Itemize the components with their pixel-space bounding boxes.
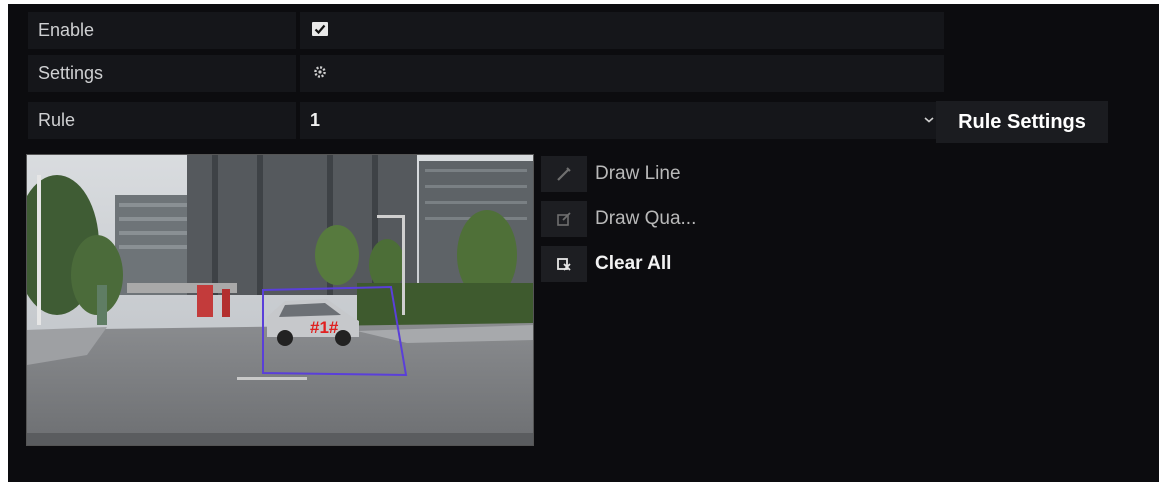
rule-label: Rule — [28, 102, 296, 139]
rule-select[interactable]: 1 — [300, 102, 944, 139]
clear-all-tool[interactable]: Clear All — [541, 246, 781, 282]
enable-label: Enable — [28, 12, 296, 49]
clear-all-icon — [557, 258, 571, 271]
clear-all-label: Clear All — [595, 253, 672, 274]
rule-select-value: 1 — [310, 110, 321, 130]
enable-checkbox[interactable] — [312, 22, 328, 36]
draw-quadrilateral-label: Draw Qua... — [595, 208, 697, 229]
checkbox-checked-icon — [314, 24, 326, 35]
draw-line-icon — [557, 167, 571, 181]
settings-label: Settings — [28, 55, 296, 92]
draw-quadrilateral-tool[interactable]: Draw Qua... — [541, 201, 781, 237]
camera-scene: #1# — [15, 155, 533, 445]
chevron-down-icon — [924, 117, 934, 123]
region-label: #1# — [310, 318, 339, 337]
rule-row: Rule 1 — [28, 102, 948, 139]
draw-quadrilateral-button[interactable] — [541, 201, 587, 237]
clear-all-button[interactable] — [541, 246, 587, 282]
settings-panel: Enable Settings Rule 1 Rule Settings #1#… — [8, 4, 1159, 482]
rule-settings-button[interactable]: Rule Settings — [936, 101, 1108, 143]
gear-icon[interactable] — [312, 64, 328, 80]
enable-row: Enable — [28, 12, 948, 49]
draw-line-tool[interactable]: Draw Line — [541, 156, 781, 192]
settings-value-cell — [300, 55, 944, 92]
enable-value-cell — [300, 12, 944, 49]
settings-row: Settings — [28, 55, 948, 92]
draw-quadrilateral-icon — [557, 212, 571, 226]
video-preview[interactable]: #1# — [15, 154, 534, 446]
draw-line-label: Draw Line — [595, 163, 681, 184]
draw-line-button[interactable] — [541, 156, 587, 192]
